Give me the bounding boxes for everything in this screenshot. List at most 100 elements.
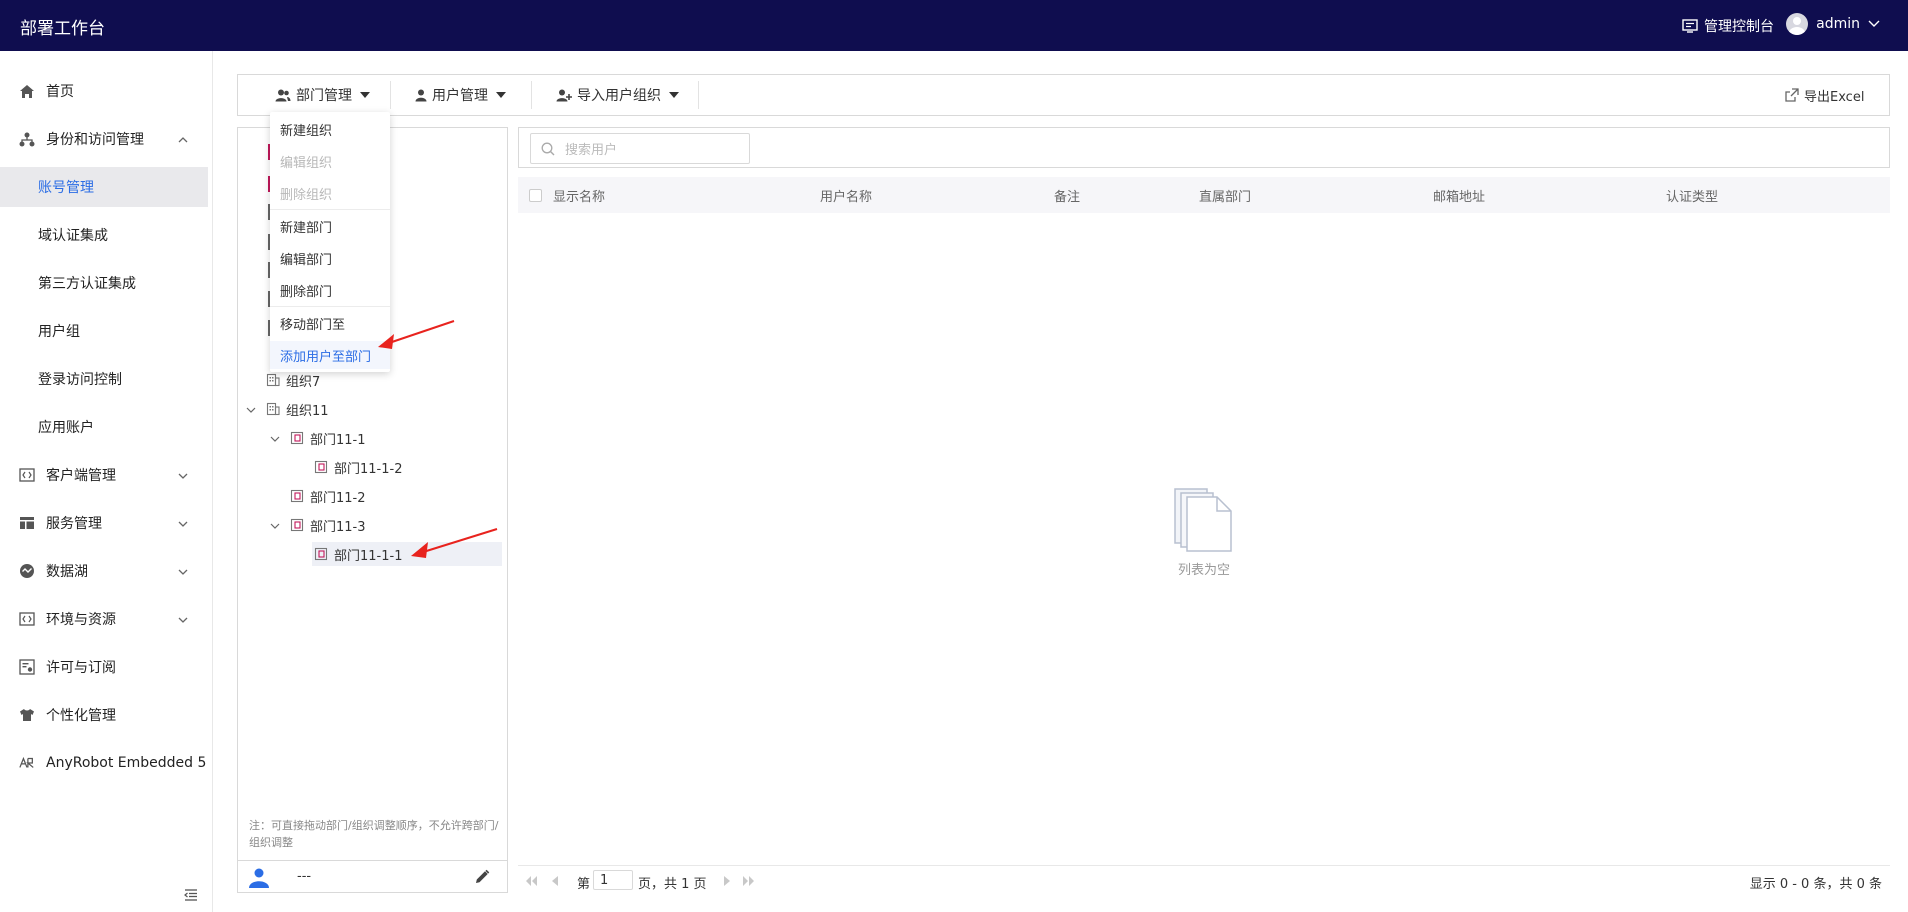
layout-icon [19,515,35,531]
first-page-icon[interactable] [524,874,538,888]
tree-note: 注：可直接拖动部门/组织调整顺序，不允许跨部门/组织调整 [249,819,499,849]
top-bar: 部署工作台 管理控制台 admin [0,0,1908,51]
sidebar-item-user-group[interactable]: 用户组 [0,311,208,351]
sidebar-item-login-access-control[interactable]: 登录访问控制 [0,359,208,399]
tree-node-org11[interactable]: 组织11 [246,397,329,421]
tree-footer: --- [238,860,507,892]
search-placeholder: 搜索用户 [565,143,618,158]
code-icon [19,467,35,483]
caret-down-icon [360,92,370,98]
tree-node-dept-11-1-2[interactable]: 部门11-1-2 [314,455,402,479]
menu-item-new-dept[interactable]: 新建部门 [270,212,390,240]
column-header[interactable]: 邮箱地址 [1433,186,1485,205]
page-prefix: 第 [577,877,591,892]
console-icon [1682,19,1698,33]
collapse-menu-icon[interactable] [184,889,198,901]
table-header: 显示名称 用户名称 备注 直属部门 邮箱地址 认证类型 [518,177,1890,213]
department-icon [290,489,304,503]
empty-document-icon [1174,488,1232,552]
sidebar-item-iam[interactable]: 身份和访问管理 [0,119,208,159]
sidebar-item-home[interactable]: 首页 [0,71,208,111]
empty-text: 列表为空 [1177,563,1230,578]
user-menu[interactable]: admin [1786,13,1880,35]
sidebar-item-app-account[interactable]: 应用账户 [0,407,208,447]
sidebar-item-anyrobot[interactable]: AnyRobot Embedded 5 [0,743,208,783]
search-bar: 搜索用户 [518,127,1890,168]
page-suffix: 页，共 1 页 [638,877,707,892]
building-icon [266,373,280,387]
footer-value: --- [297,869,312,884]
sidebar-item-data-lake[interactable]: 数据湖 [0,551,208,591]
anyrobot-icon [19,755,35,771]
search-input[interactable]: 搜索用户 [530,133,750,164]
menu-item-delete-dept[interactable]: 删除部门 [270,276,390,304]
select-all-checkbox[interactable] [529,188,542,202]
divider [390,81,391,109]
users-icon [275,89,291,101]
prev-page-icon[interactable] [548,874,562,888]
edit-icon[interactable] [474,869,490,885]
sidebar: 首页 身份和访问管理 账号管理 域认证集成 第三方认证集成 用户组 登录访问控制… [0,51,213,912]
license-icon [19,659,35,675]
menu-item-edit-dept[interactable]: 编辑部门 [270,244,390,272]
chevron-down-icon [1868,20,1880,27]
divider [531,81,532,109]
department-icon [314,460,328,474]
chevron-down-icon [178,612,188,626]
chevron-up-icon [178,132,188,146]
search-icon [541,142,555,155]
export-icon [1785,88,1799,102]
export-excel-button[interactable]: 导出Excel [1785,75,1864,115]
dept-manage-dropdown: 新建组织 编辑组织 删除组织 新建部门 编辑部门 删除部门 移动部门至 添加用户… [270,112,390,372]
last-page-icon[interactable] [742,874,756,888]
department-icon [290,431,304,445]
column-header[interactable]: 用户名称 [820,186,872,205]
sidebar-item-license[interactable]: 许可与订阅 [0,647,208,687]
chevron-down-icon[interactable] [246,403,260,416]
import-user-org-button[interactable]: 导入用户组织 [556,75,679,115]
menu-item-add-user-to-dept[interactable]: 添加用户至部门 [270,341,390,369]
page-summary: 显示 0 - 0 条，共 0 条 [1749,877,1882,892]
app-title: 部署工作台 [20,19,105,39]
tree-node-dept-11-1-1[interactable]: 部门11-1-1 [312,542,502,566]
department-icon [314,547,328,561]
menu-item-new-org[interactable]: 新建组织 [270,115,390,143]
chevron-down-icon[interactable] [270,519,284,532]
dept-manage-button[interactable]: 部门管理 [275,75,370,115]
tree-node-dept-11-3[interactable]: 部门11-3 [270,513,366,537]
next-page-icon[interactable] [720,874,734,888]
tree-node-dept-11-1[interactable]: 部门11-1 [270,426,366,450]
tree-node-dept-11-2[interactable]: 部门11-2 [290,484,366,508]
menu-item-delete-org[interactable]: 删除组织 [270,179,390,207]
building-icon [266,402,280,416]
column-header[interactable]: 直属部门 [1199,186,1251,205]
column-header[interactable]: 认证类型 [1666,186,1718,205]
menu-item-move-dept[interactable]: 移动部门至 [270,309,390,337]
sidebar-item-client-management[interactable]: 客户端管理 [0,455,208,495]
avatar [1786,13,1809,35]
sidebar-item-service-management[interactable]: 服务管理 [0,503,208,543]
org-icon [19,131,35,147]
user-icon [415,89,427,101]
user-manage-button[interactable]: 用户管理 [415,75,506,115]
console-button[interactable]: 管理控制台 [1682,16,1774,36]
sidebar-item-env-resources[interactable]: 环境与资源 [0,599,208,639]
empty-state: 列表为空 [518,487,1890,578]
sidebar-item-third-party-auth[interactable]: 第三方认证集成 [0,263,208,303]
page-number-input[interactable]: 1 [593,870,633,890]
column-header[interactable]: 备注 [1054,186,1080,205]
chevron-down-icon[interactable] [270,432,284,445]
sidebar-item-personalization[interactable]: 个性化管理 [0,695,208,735]
toolbar: 部门管理 用户管理 导入用户组织 导出Excel [237,74,1890,116]
menu-item-edit-org[interactable]: 编辑组织 [270,147,390,175]
caret-down-icon [669,92,679,98]
code-icon [19,611,35,627]
column-header[interactable]: 显示名称 [553,186,605,205]
sidebar-item-domain-auth[interactable]: 域认证集成 [0,215,208,255]
chevron-down-icon [178,468,188,482]
caret-down-icon [496,92,506,98]
pagination: 第 1 页，共 1 页 显示 0 - 0 条，共 0 条 [518,865,1890,893]
menu-divider [270,306,390,307]
shirt-icon [19,707,35,723]
sidebar-item-account-management[interactable]: 账号管理 [0,167,208,207]
